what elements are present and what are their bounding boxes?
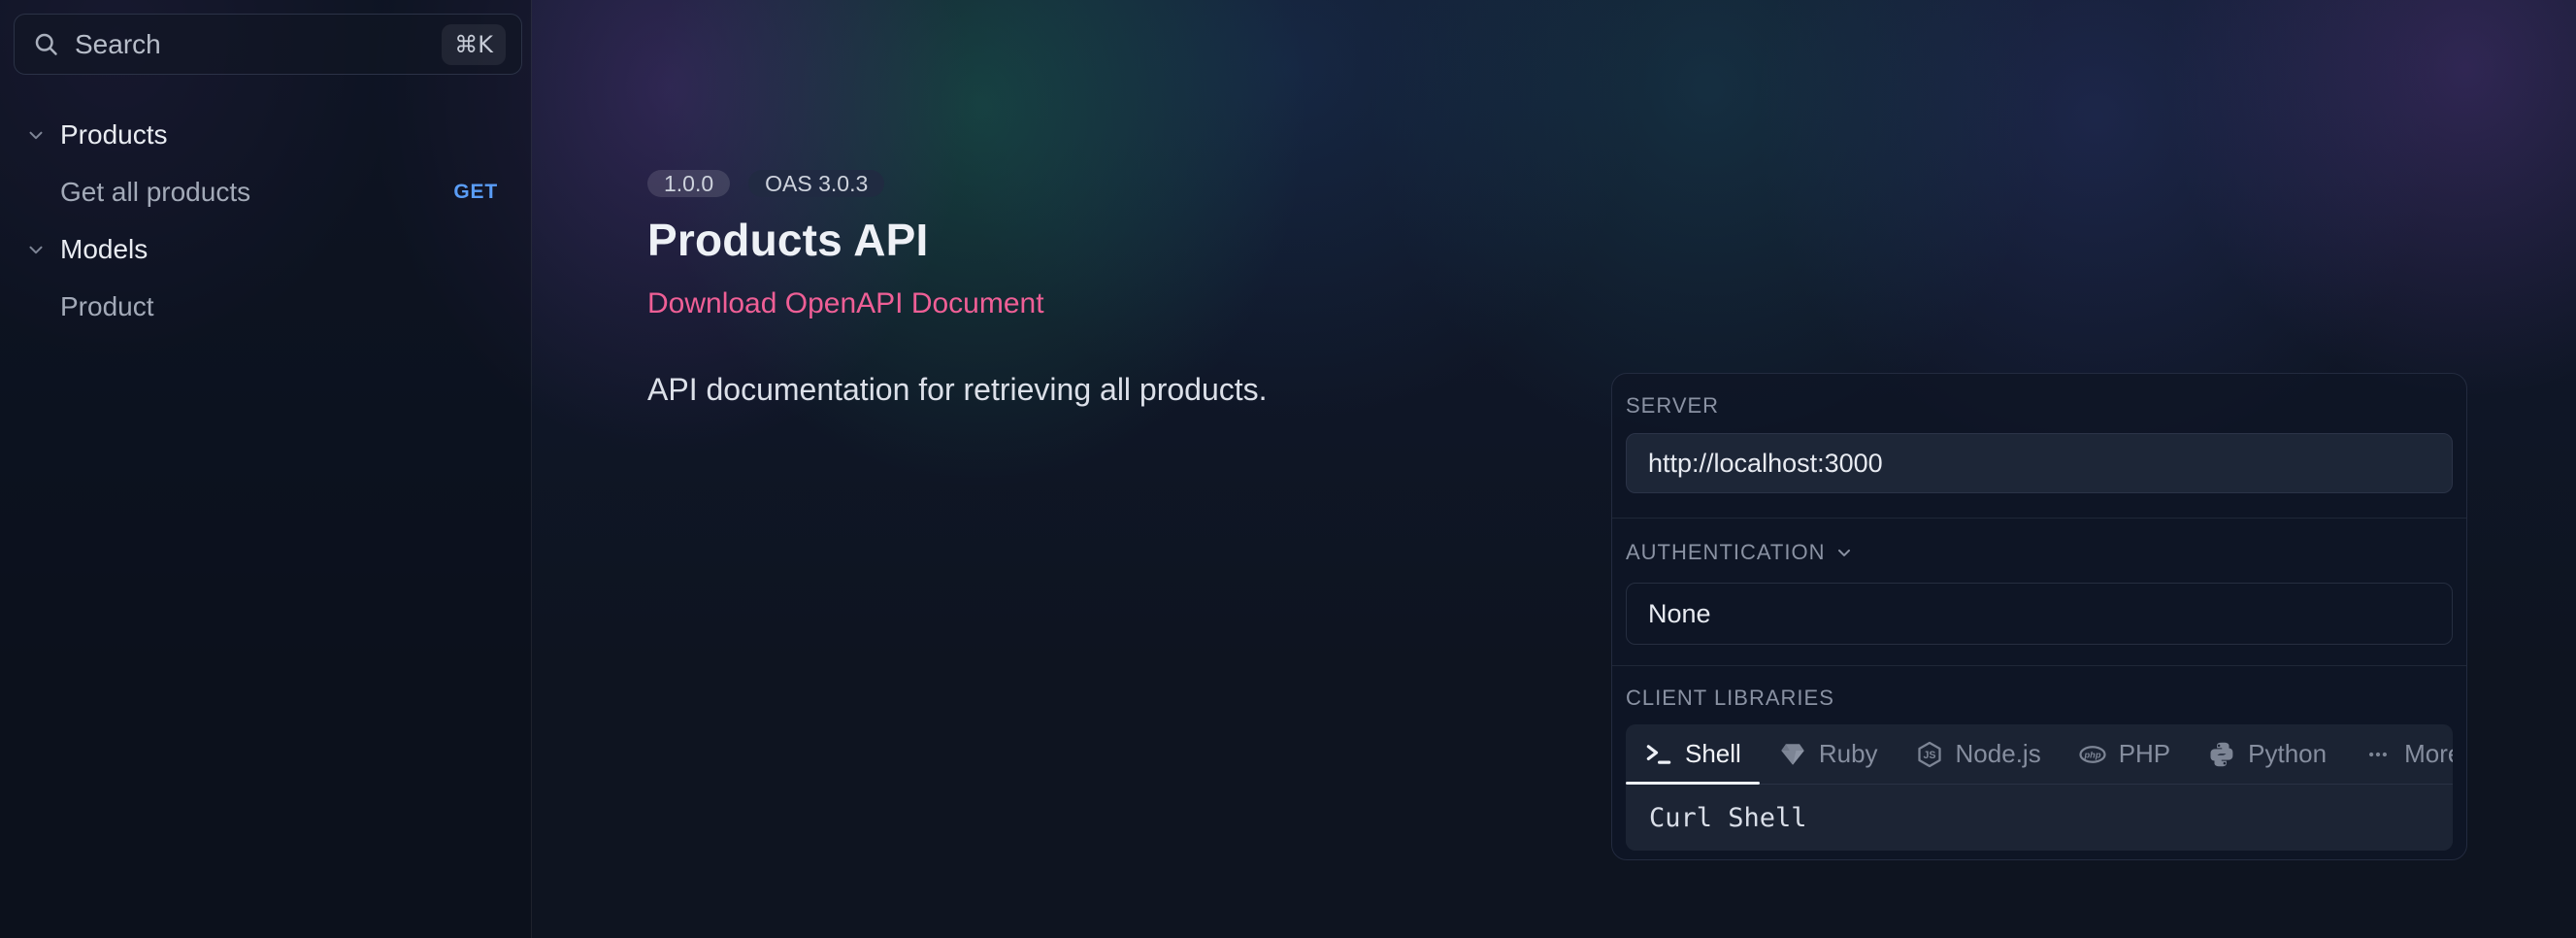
oas-version-badge: OAS 3.0.3: [748, 170, 884, 197]
tab-label: More: [2404, 739, 2453, 769]
tab-php[interactable]: php PHP: [2060, 724, 2189, 784]
api-reference-page: Search ⌘K Products Get all products GET: [0, 0, 2576, 938]
client-libraries-box: Shell Ruby: [1626, 724, 2453, 851]
sidebar-group-label: Products: [60, 119, 168, 151]
client-libraries-label: CLIENT LIBRARIES: [1626, 687, 2453, 709]
search-placeholder: Search: [75, 29, 161, 60]
code-snippet-text: Curl Shell: [1649, 803, 1807, 833]
svg-text:JS: JS: [1923, 750, 1935, 761]
download-openapi-link[interactable]: Download OpenAPI Document: [647, 289, 1044, 318]
main-content: 1.0.0 OAS 3.0.3 Products API Download Op…: [647, 170, 1560, 406]
sidebar-group-products[interactable]: Products: [0, 115, 531, 155]
sidebar-item-label: Product: [60, 291, 154, 322]
authentication-label: AUTHENTICATION: [1626, 542, 1825, 563]
sidebar: Search ⌘K Products Get all products GET: [0, 0, 532, 938]
ellipsis-icon: [2363, 740, 2393, 769]
tab-nodejs[interactable]: JS Node.js: [1897, 724, 2060, 784]
python-icon: [2207, 740, 2236, 769]
search-icon: [32, 30, 61, 59]
tab-label: Python: [2248, 739, 2327, 769]
search-input[interactable]: Search ⌘K: [14, 14, 522, 75]
tab-ruby[interactable]: Ruby: [1760, 724, 1897, 784]
tab-label: Ruby: [1819, 739, 1878, 769]
code-snippet-area[interactable]: Curl Shell: [1626, 785, 2453, 851]
version-badge: 1.0.0: [647, 170, 730, 197]
authentication-section: AUTHENTICATION None: [1612, 518, 2466, 665]
search-shortcut-badge: ⌘K: [442, 24, 506, 65]
sidebar-nav: Products Get all products GET Models Pro…: [0, 115, 531, 327]
sidebar-item-get-all-products[interactable]: Get all products GET: [0, 172, 531, 213]
svg-text:php: php: [2083, 750, 2100, 759]
http-method-badge: GET: [453, 181, 498, 204]
client-libraries-section: CLIENT LIBRARIES Shell: [1612, 665, 2466, 859]
client-library-tabs: Shell Ruby: [1626, 724, 2453, 785]
chevron-down-icon: [25, 239, 47, 260]
sidebar-item-label: Get all products: [60, 177, 250, 208]
chevron-down-icon: [1834, 543, 1854, 562]
terminal-icon: [1644, 740, 1673, 769]
api-client-panel: SERVER http://localhost:3000 AUTHENTICAT…: [1611, 373, 2467, 860]
tab-label: Node.js: [1956, 739, 2041, 769]
nodejs-icon: JS: [1915, 740, 1944, 769]
api-description: API documentation for retrieving all pro…: [647, 373, 1560, 406]
auth-scheme-select[interactable]: None: [1626, 583, 2453, 645]
chevron-down-icon: [25, 124, 47, 146]
tab-python[interactable]: Python: [2189, 724, 2345, 784]
server-url-select[interactable]: http://localhost:3000: [1626, 433, 2453, 493]
auth-scheme-value: None: [1648, 599, 1711, 629]
authentication-header[interactable]: AUTHENTICATION: [1626, 542, 2453, 563]
page-title: Products API: [647, 216, 1560, 264]
tab-more[interactable]: More: [2345, 724, 2453, 784]
tab-shell[interactable]: Shell: [1626, 724, 1760, 784]
tab-label: Shell: [1685, 739, 1741, 769]
php-icon: php: [2078, 740, 2107, 769]
sidebar-item-product[interactable]: Product: [0, 286, 531, 327]
sidebar-group-label: Models: [60, 234, 148, 265]
server-section: SERVER http://localhost:3000: [1612, 374, 2466, 518]
server-label: SERVER: [1626, 395, 2453, 417]
tab-label: PHP: [2119, 739, 2170, 769]
badge-row: 1.0.0 OAS 3.0.3: [647, 170, 1560, 197]
ruby-icon: [1778, 740, 1807, 769]
server-url-value: http://localhost:3000: [1648, 449, 1883, 479]
sidebar-group-models[interactable]: Models: [0, 229, 531, 270]
